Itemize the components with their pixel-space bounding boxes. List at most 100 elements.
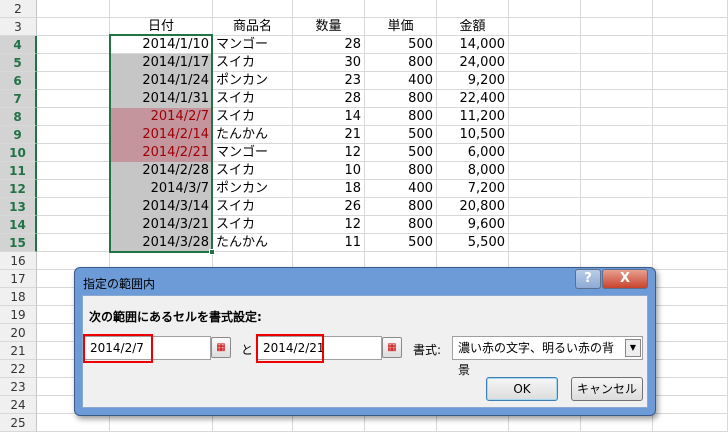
- empty-cell[interactable]: [653, 198, 728, 216]
- empty-cell[interactable]: [653, 108, 728, 126]
- empty-cell[interactable]: [653, 144, 728, 162]
- amount-cell[interactable]: 7,200: [437, 180, 509, 198]
- empty-cell[interactable]: [653, 234, 728, 252]
- empty-cell[interactable]: [509, 36, 581, 54]
- qty-cell[interactable]: 28: [293, 36, 365, 54]
- qty-cell[interactable]: 18: [293, 180, 365, 198]
- empty-cell[interactable]: [37, 18, 110, 36]
- amount-cell[interactable]: 8,000: [437, 162, 509, 180]
- empty-cell[interactable]: [653, 396, 728, 414]
- empty-cell[interactable]: [37, 144, 110, 162]
- empty-cell[interactable]: [581, 216, 653, 234]
- empty-cell[interactable]: [653, 288, 728, 306]
- price-cell[interactable]: 400: [365, 180, 437, 198]
- item-cell[interactable]: スイカ: [213, 90, 293, 108]
- empty-cell[interactable]: [509, 180, 581, 198]
- empty-cell[interactable]: [653, 324, 728, 342]
- item-cell[interactable]: スイカ: [213, 216, 293, 234]
- qty-cell[interactable]: 28: [293, 90, 365, 108]
- empty-cell[interactable]: [653, 360, 728, 378]
- item-cell[interactable]: たんかん: [213, 234, 293, 252]
- qty-cell[interactable]: [293, 414, 365, 432]
- empty-cell[interactable]: [653, 252, 728, 270]
- empty-cell[interactable]: [653, 126, 728, 144]
- empty-cell[interactable]: [509, 234, 581, 252]
- row-header[interactable]: 17: [0, 270, 37, 288]
- price-cell[interactable]: 500: [365, 234, 437, 252]
- qty-cell[interactable]: 23: [293, 72, 365, 90]
- row-header[interactable]: 5: [0, 54, 37, 72]
- price-cell[interactable]: 400: [365, 72, 437, 90]
- price-cell[interactable]: 800: [365, 108, 437, 126]
- item-cell[interactable]: スイカ: [213, 198, 293, 216]
- empty-cell[interactable]: [581, 180, 653, 198]
- empty-cell[interactable]: [509, 414, 581, 432]
- empty-cell[interactable]: [509, 90, 581, 108]
- amount-cell[interactable]: 金額: [437, 18, 509, 36]
- row-header[interactable]: 21: [0, 342, 37, 360]
- empty-cell[interactable]: [581, 72, 653, 90]
- empty-cell[interactable]: [37, 180, 110, 198]
- empty-cell[interactable]: [509, 108, 581, 126]
- qty-cell[interactable]: 30: [293, 54, 365, 72]
- empty-cell[interactable]: [581, 0, 653, 18]
- price-cell[interactable]: 800: [365, 198, 437, 216]
- item-cell[interactable]: スイカ: [213, 54, 293, 72]
- row-header[interactable]: 7: [0, 90, 37, 108]
- amount-cell[interactable]: 9,200: [437, 72, 509, 90]
- row-header[interactable]: 14: [0, 216, 37, 234]
- row-header[interactable]: 9: [0, 126, 37, 144]
- amount-cell[interactable]: 6,000: [437, 144, 509, 162]
- empty-cell[interactable]: [37, 126, 110, 144]
- row-header[interactable]: 23: [0, 378, 37, 396]
- empty-cell[interactable]: [37, 162, 110, 180]
- amount-cell[interactable]: [437, 0, 509, 18]
- row-header[interactable]: 24: [0, 396, 37, 414]
- amount-cell[interactable]: 22,400: [437, 90, 509, 108]
- empty-cell[interactable]: [581, 90, 653, 108]
- item-cell[interactable]: [213, 414, 293, 432]
- date-cell[interactable]: [110, 0, 213, 18]
- empty-cell[interactable]: [581, 54, 653, 72]
- row-header[interactable]: 3: [0, 18, 37, 36]
- help-button[interactable]: ?: [575, 269, 601, 289]
- empty-cell[interactable]: [581, 234, 653, 252]
- empty-cell[interactable]: [581, 126, 653, 144]
- row-header[interactable]: 2: [0, 0, 37, 18]
- empty-cell[interactable]: [653, 378, 728, 396]
- item-cell[interactable]: ポンカン: [213, 72, 293, 90]
- row-header[interactable]: 11: [0, 162, 37, 180]
- empty-cell[interactable]: [37, 216, 110, 234]
- qty-cell[interactable]: 12: [293, 144, 365, 162]
- format-select[interactable]: 濃い赤の文字、明るい赤の背景 ▼: [452, 336, 643, 377]
- ok-button[interactable]: OK: [486, 377, 558, 401]
- empty-cell[interactable]: [509, 144, 581, 162]
- qty-cell[interactable]: 14: [293, 108, 365, 126]
- price-cell[interactable]: [365, 414, 437, 432]
- amount-cell[interactable]: 14,000: [437, 36, 509, 54]
- row-header[interactable]: 22: [0, 360, 37, 378]
- empty-cell[interactable]: [509, 72, 581, 90]
- range-select-icon[interactable]: ▦: [211, 337, 231, 358]
- empty-cell[interactable]: [653, 36, 728, 54]
- price-cell[interactable]: 500: [365, 144, 437, 162]
- amount-cell[interactable]: 24,000: [437, 54, 509, 72]
- empty-cell[interactable]: [37, 414, 110, 432]
- row-header[interactable]: 25: [0, 414, 37, 432]
- row-header[interactable]: 6: [0, 72, 37, 90]
- empty-cell[interactable]: [581, 414, 653, 432]
- price-cell[interactable]: 500: [365, 36, 437, 54]
- empty-cell[interactable]: [653, 72, 728, 90]
- empty-cell[interactable]: [37, 90, 110, 108]
- row-header[interactable]: 4: [0, 36, 37, 54]
- empty-cell[interactable]: [581, 162, 653, 180]
- empty-cell[interactable]: [37, 54, 110, 72]
- item-cell[interactable]: ポンカン: [213, 180, 293, 198]
- qty-cell[interactable]: 12: [293, 216, 365, 234]
- range-select-icon[interactable]: ▦: [382, 337, 402, 358]
- row-header[interactable]: 19: [0, 306, 37, 324]
- amount-cell[interactable]: 11,200: [437, 108, 509, 126]
- qty-cell[interactable]: 数量: [293, 18, 365, 36]
- empty-cell[interactable]: [509, 216, 581, 234]
- amount-cell[interactable]: [437, 414, 509, 432]
